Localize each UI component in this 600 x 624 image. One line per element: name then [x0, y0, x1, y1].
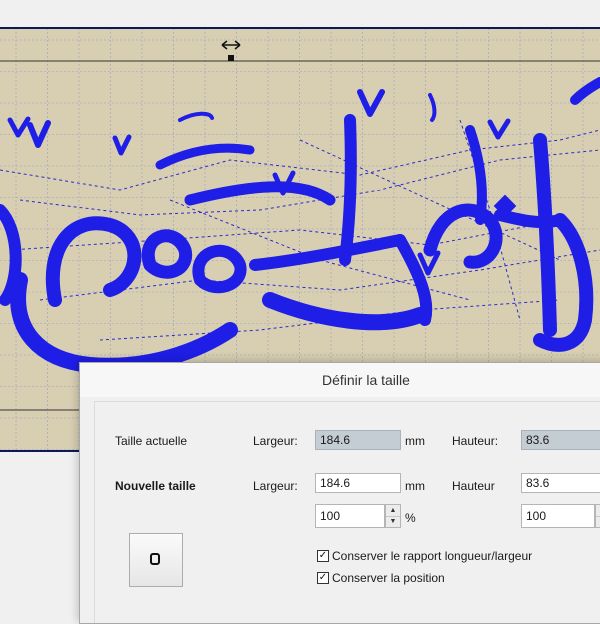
spinner-down-icon[interactable]: ▼ — [596, 516, 600, 527]
width-percent-spinner[interactable]: ▲ ▼ — [385, 504, 401, 528]
height-percent-spinner[interactable]: ▲ ▼ — [595, 504, 600, 528]
dialog-title: Définir la taille — [322, 372, 410, 388]
current-width-field: 184.6 — [315, 430, 401, 450]
dialog-body: Taille actuelle Largeur: 184.6 mm Hauteu… — [94, 401, 600, 623]
new-width-input[interactable] — [315, 473, 401, 493]
checkmark-icon: ✓ — [318, 572, 328, 583]
current-height-field: 83.6 — [521, 430, 600, 450]
width-percent-input[interactable] — [315, 504, 385, 528]
new-height-label: Hauteur — [452, 479, 495, 493]
current-width-label: Largeur: — [253, 434, 298, 448]
current-height-label: Hauteur: — [452, 434, 499, 448]
new-width-unit: mm — [405, 479, 425, 493]
current-width-unit: mm — [405, 434, 425, 448]
percent-unit: % — [405, 511, 416, 525]
keep-ratio-label[interactable]: Conserver le rapport longueur/largeur — [332, 549, 532, 563]
preview-button[interactable] — [129, 533, 183, 587]
keep-position-label[interactable]: Conserver la position — [332, 571, 445, 585]
keep-position-checkbox[interactable]: ✓ — [317, 572, 329, 584]
set-size-dialog: Définir la taille Taille actuelle Largeu… — [79, 362, 600, 624]
new-size-label: Nouvelle taille — [115, 479, 196, 493]
rounded-square-icon — [150, 553, 160, 565]
dialog-titlebar[interactable]: Définir la taille — [80, 363, 600, 397]
embroidery-workspace: Définir la taille Taille actuelle Largeu… — [0, 0, 600, 624]
height-percent-input[interactable] — [521, 504, 595, 528]
keep-ratio-checkbox[interactable]: ✓ — [317, 550, 329, 562]
current-size-label: Taille actuelle — [115, 434, 188, 448]
new-width-label: Largeur: — [253, 479, 298, 493]
spinner-down-icon[interactable]: ▼ — [386, 516, 400, 527]
new-height-input[interactable] — [521, 473, 600, 493]
checkmark-icon: ✓ — [318, 550, 328, 561]
horizontal-resize-arrow-icon[interactable] — [221, 40, 241, 61]
